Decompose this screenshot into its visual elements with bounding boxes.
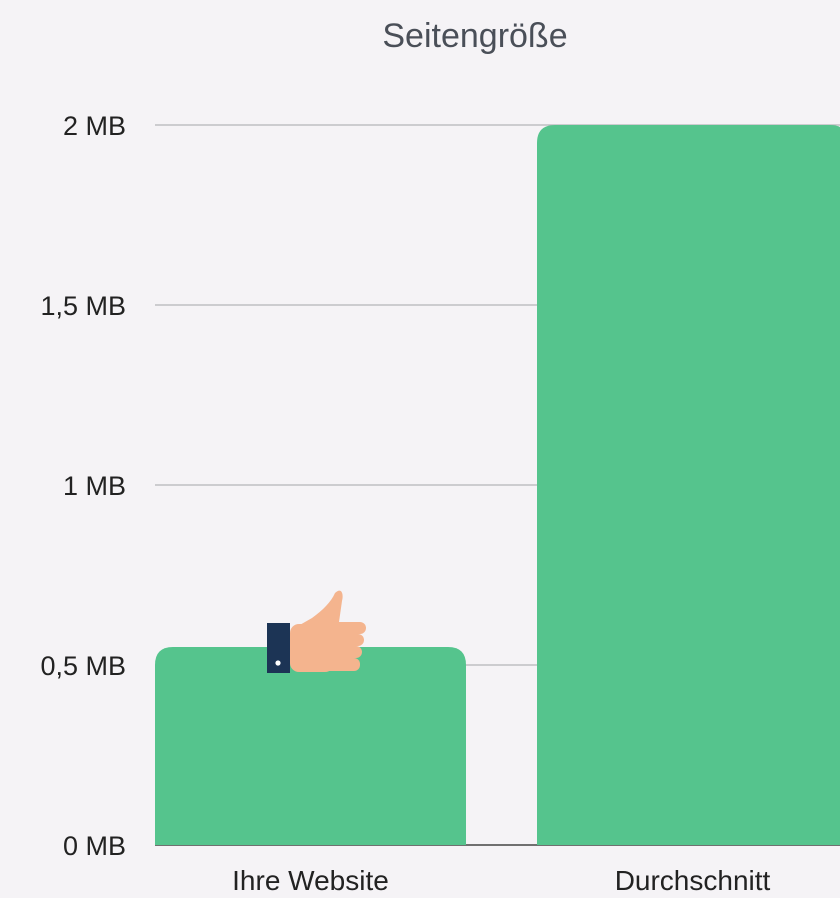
finger-3 (315, 646, 362, 658)
bar-chart: Seitengröße 0 MB 0,5 MB 1 MB 1,5 MB 2 MB Ihr… (40, 17, 840, 896)
y-tick-label: 0 MB (63, 831, 126, 861)
y-axis: 0 MB 0,5 MB 1 MB 1,5 MB 2 MB (40, 111, 126, 861)
finger-2 (315, 634, 364, 646)
bar-2 (537, 125, 840, 845)
x-tick-label: Ihre Website (232, 865, 389, 896)
y-tick-label: 1,5 MB (40, 291, 126, 321)
x-tick-label: Durchschnitt (615, 865, 771, 896)
y-tick-label: 0,5 MB (40, 651, 126, 681)
thumbs-up-icon (267, 590, 366, 673)
y-tick-label: 2 MB (63, 111, 126, 141)
bar-1 (155, 647, 466, 845)
y-tick-label: 1 MB (63, 471, 126, 501)
cuff-button (275, 660, 281, 666)
finger-1 (315, 622, 366, 634)
finger-4 (315, 658, 360, 671)
chart-title: Seitengröße (382, 17, 567, 55)
x-axis: Ihre Website Durchschnitt (232, 865, 770, 896)
